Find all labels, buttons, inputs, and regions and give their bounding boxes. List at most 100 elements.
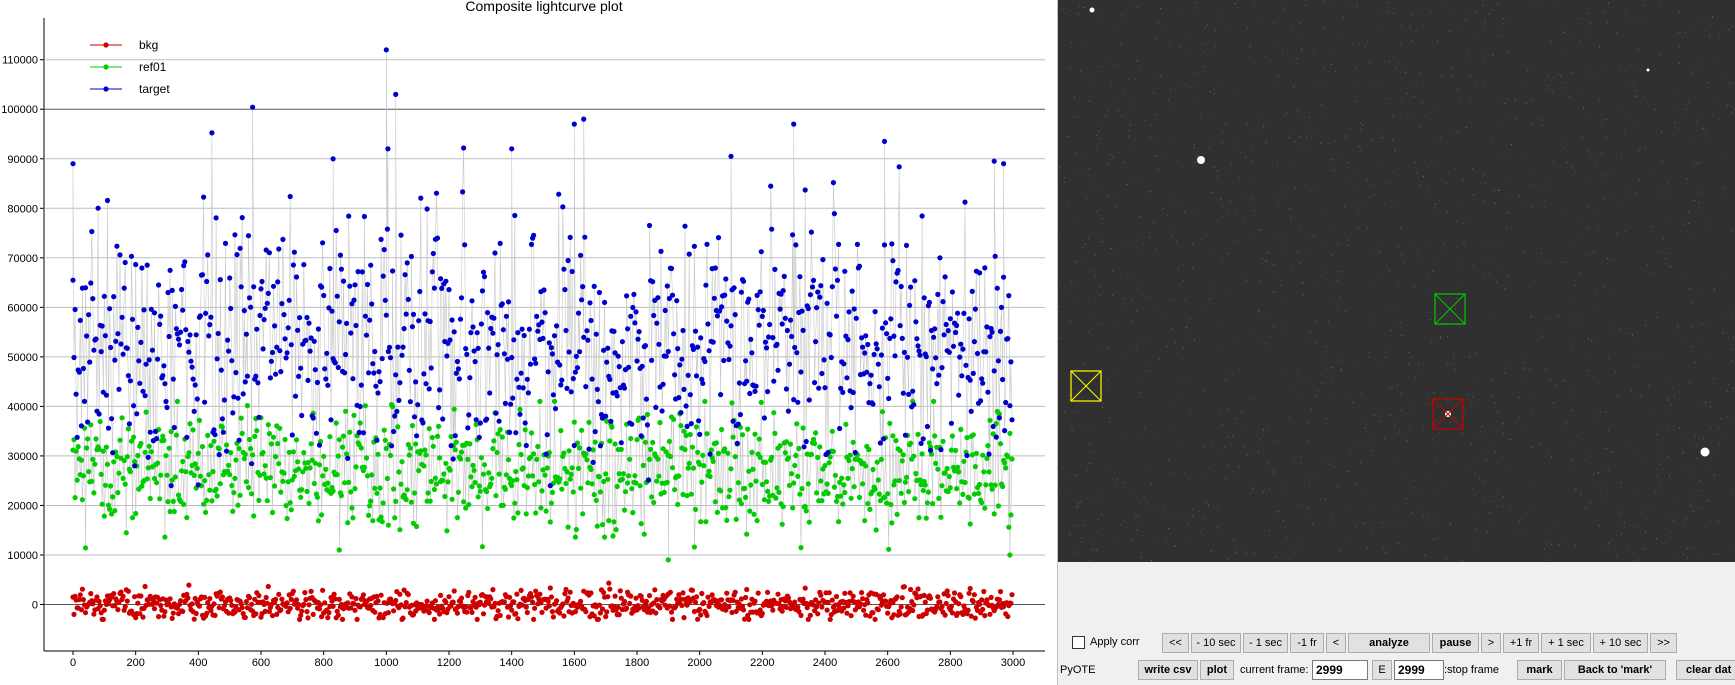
e-button[interactable]: E [1372, 660, 1392, 680]
data-point-target [675, 346, 681, 352]
back-to-mark-button[interactable]: Back to 'mark' [1564, 660, 1666, 680]
data-point-target [705, 321, 711, 327]
mark-button[interactable]: mark [1517, 660, 1562, 680]
data-point-ref01 [602, 534, 608, 540]
step-forward-button[interactable]: > [1481, 633, 1501, 653]
data-point-bkg [880, 592, 887, 598]
data-point-bkg [450, 599, 456, 605]
data-point-bkg [71, 611, 77, 618]
image-view-panel[interactable] [1058, 0, 1735, 562]
minus-10-sec-button[interactable]: - 10 sec [1191, 633, 1241, 653]
data-point-target [698, 335, 704, 341]
data-point-bkg [480, 611, 487, 617]
data-point-ref01 [336, 547, 342, 553]
data-point-target [525, 390, 532, 396]
data-point-bkg [458, 595, 465, 601]
data-point-ref01 [262, 463, 268, 469]
data-point-ref01 [502, 486, 508, 492]
apply-corr-checkbox[interactable] [1072, 636, 1085, 649]
data-point-ref01 [901, 499, 908, 506]
data-point-bkg [603, 614, 609, 620]
data-point-bkg [829, 597, 835, 603]
data-point-ref01 [913, 470, 919, 477]
data-point-target [436, 405, 442, 411]
data-point-bkg [443, 599, 449, 605]
data-point-ref01 [304, 488, 310, 494]
data-point-ref01 [349, 505, 355, 511]
data-point-target [297, 315, 303, 321]
data-point-ref01 [171, 508, 177, 515]
pause-button[interactable]: pause [1432, 633, 1479, 653]
analyze-button[interactable]: analyze [1348, 633, 1430, 653]
data-point-bkg [939, 604, 945, 610]
data-point-ref01 [902, 479, 909, 485]
data-point-target [191, 408, 197, 414]
data-point-target [103, 392, 109, 398]
write-csv-button[interactable]: write csv [1138, 660, 1198, 680]
data-point-target [672, 372, 678, 378]
lightcurve-plot[interactable]: 0100002000030000400005000060000700008000… [0, 0, 1058, 685]
data-point-ref01 [860, 481, 866, 487]
step-back-button[interactable]: < [1326, 633, 1346, 653]
data-point-target [520, 385, 526, 391]
data-point-target [560, 204, 566, 210]
data-point-ref01 [916, 515, 922, 521]
data-point-ref01 [445, 479, 451, 485]
data-point-target [229, 358, 235, 364]
plus-1-sec-button[interactable]: + 1 sec [1541, 633, 1591, 653]
data-point-ref01 [227, 472, 233, 478]
data-point-ref01 [175, 492, 182, 498]
data-point-target [1001, 161, 1007, 167]
data-point-ref01 [244, 403, 250, 409]
data-point-ref01 [867, 506, 873, 512]
data-point-ref01 [980, 452, 986, 458]
data-point-target [801, 444, 807, 450]
data-point-target [619, 339, 626, 345]
data-point-ref01 [91, 490, 97, 496]
data-point-ref01 [754, 518, 760, 524]
data-point-target [876, 384, 882, 390]
data-point-target [275, 279, 281, 285]
star-field-image[interactable] [1058, 0, 1735, 562]
data-point-ref01 [796, 445, 802, 452]
data-point-target [477, 420, 483, 426]
data-point-bkg [426, 610, 432, 616]
data-point-target [936, 372, 942, 378]
data-point-target [618, 440, 624, 446]
data-point-target [197, 313, 203, 319]
data-point-target [131, 403, 137, 409]
data-point-target [446, 287, 452, 293]
data-point-ref01 [689, 444, 696, 450]
data-point-target [978, 398, 984, 404]
plot-button[interactable]: plot [1200, 660, 1234, 680]
plus-10-sec-button[interactable]: + 10 sec [1593, 633, 1648, 653]
data-point-ref01 [584, 457, 590, 463]
data-point-ref01 [199, 444, 206, 450]
clear-data-button[interactable]: clear dat [1676, 660, 1735, 680]
stop-frame-field[interactable]: 2999 [1394, 660, 1444, 680]
legend-label-target: target [139, 82, 170, 96]
data-point-ref01 [729, 400, 735, 406]
data-point-target [423, 381, 429, 387]
forward-to-end-button[interactable]: >> [1650, 633, 1677, 653]
data-point-bkg [850, 593, 856, 599]
data-point-target [222, 240, 229, 246]
data-point-bkg [894, 594, 900, 600]
data-point-target [509, 146, 515, 152]
plus-1-frame-button[interactable]: +1 fr [1503, 633, 1539, 653]
data-point-ref01 [281, 470, 287, 476]
minus-1-frame-button[interactable]: -1 fr [1290, 633, 1324, 653]
minus-1-sec-button[interactable]: - 1 sec [1243, 633, 1288, 653]
data-point-ref01 [256, 497, 262, 503]
data-point-bkg [472, 594, 478, 601]
data-point-bkg [898, 604, 904, 610]
data-point-bkg [393, 597, 399, 604]
data-point-target [569, 268, 575, 275]
data-point-target [777, 306, 783, 312]
data-point-ref01 [80, 473, 86, 479]
back-to-start-button[interactable]: << [1162, 633, 1189, 653]
data-point-ref01 [967, 521, 973, 527]
data-point-ref01 [747, 508, 753, 514]
data-point-ref01 [361, 464, 367, 470]
current-frame-field[interactable]: 2999 [1312, 660, 1368, 680]
